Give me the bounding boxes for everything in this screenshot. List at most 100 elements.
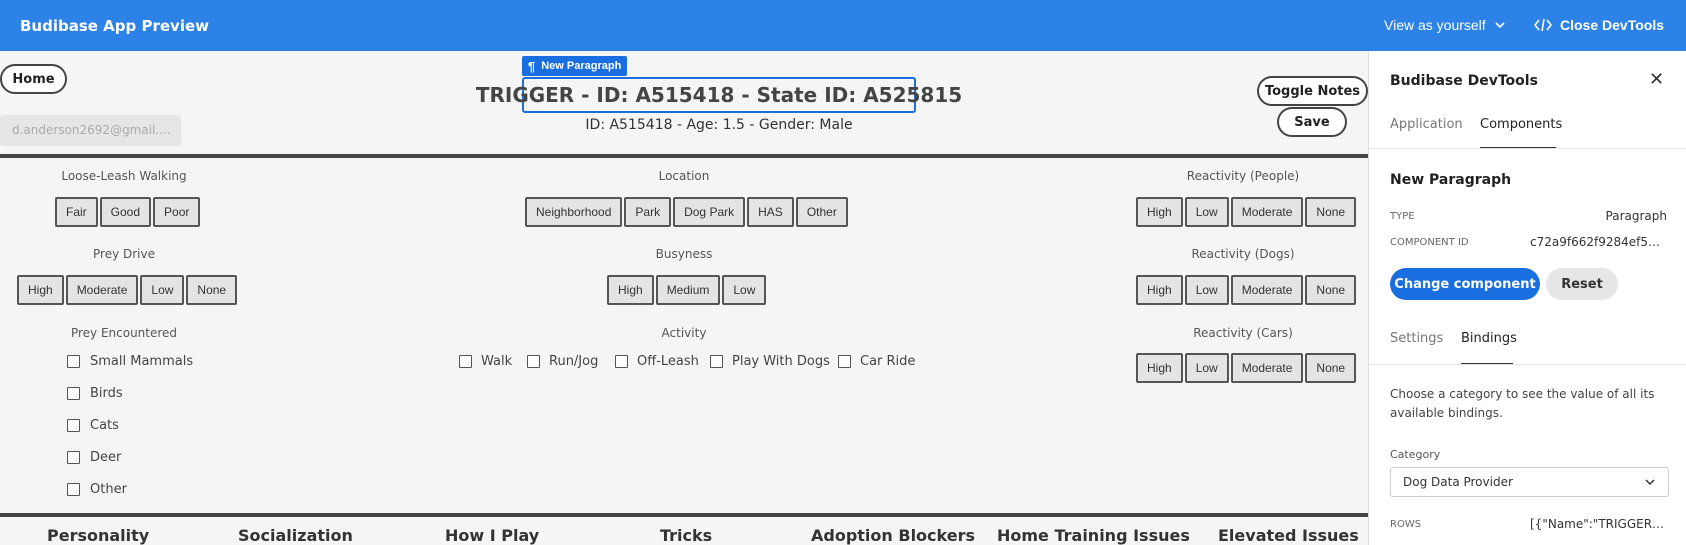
component-id-label: COMPONENT ID [1390,237,1469,248]
category-select[interactable]: Dog Data Provider [1390,467,1669,497]
save-button[interactable]: Save [1277,107,1347,137]
new-paragraph-tag: ¶ New Paragraph [522,56,628,76]
checkbox-label: Other [90,481,127,497]
page-title[interactable]: TRIGGER - ID: A515418 - State ID: A52581… [476,77,962,113]
option-none[interactable]: None [1305,275,1357,305]
type-label: TYPE [1390,211,1415,222]
option-low[interactable]: Low [722,275,767,305]
tab-personality[interactable]: Personality [47,526,149,545]
option-poor[interactable]: Poor [153,197,201,227]
reset-button[interactable]: Reset [1546,268,1618,300]
option-park[interactable]: Park [624,197,672,227]
close-devtools-button[interactable]: Close DevTools [1534,17,1664,33]
code-icon [1534,18,1552,32]
option-moderate[interactable]: Moderate [1230,353,1304,383]
checkbox-box[interactable] [67,354,80,368]
option-low[interactable]: Low [140,275,185,305]
reactivity-dogs-options: High Low Moderate None [1136,275,1357,305]
tab-components[interactable]: Components [1480,117,1562,132]
checkbox-label: Birds [90,385,123,401]
option-dog-park[interactable]: Dog Park [673,197,746,227]
close-devtools-label: Close DevTools [1560,17,1664,33]
paragraph-icon: ¶ [528,58,536,74]
option-high[interactable]: High [1136,197,1183,227]
checkbox-birds[interactable]: Birds [67,377,193,409]
checkbox-deer[interactable]: Deer [67,441,193,473]
checkbox-box[interactable] [710,355,723,368]
rows-value: [{"Name":"TRIGGER",... [1530,517,1667,531]
option-moderate[interactable]: Moderate [1230,197,1304,227]
component-name: New Paragraph [1390,172,1512,188]
view-as-dropdown[interactable]: View as yourself [1384,17,1506,33]
section-label-reactivity-people: Reactivity (People) [1186,169,1300,183]
tab-adoption-blockers[interactable]: Adoption Blockers [811,526,975,545]
section-label-prey-drive: Prey Drive [93,247,155,261]
option-low[interactable]: Low [1184,197,1229,227]
type-value: Paragraph [1605,209,1667,223]
checkbox-label: Walk [481,354,513,369]
subtab-bindings[interactable]: Bindings [1461,331,1517,346]
tab-elevated-issues[interactable]: Elevated Issues [1218,526,1359,545]
tab-application[interactable]: Application [1390,117,1463,132]
option-low[interactable]: Low [1184,275,1229,305]
toggle-notes-button[interactable]: Toggle Notes [1257,76,1368,106]
option-low[interactable]: Low [1184,353,1229,383]
close-icon[interactable]: ✕ [1649,69,1664,90]
option-high[interactable]: High [1136,353,1183,383]
option-none[interactable]: None [186,275,238,305]
checkbox-label: Play With Dogs [732,354,830,369]
location-options: Neighborhood Park Dog Park HAS Other [525,197,848,227]
option-moderate[interactable]: Moderate [1230,275,1304,305]
option-other[interactable]: Other [795,197,848,227]
option-fair[interactable]: Fair [55,197,98,227]
page-subtitle: ID: A515418 - Age: 1.5 - Gender: Male [585,117,853,133]
checkbox-car-ride[interactable]: Car Ride [838,354,915,369]
option-has[interactable]: HAS [747,197,794,227]
tab-tricks[interactable]: Tricks [660,526,712,545]
option-good[interactable]: Good [99,197,152,227]
option-moderate[interactable]: Moderate [65,275,139,305]
checkbox-walk[interactable]: Walk [459,354,512,369]
checkbox-box[interactable] [67,418,80,432]
option-high[interactable]: High [607,275,654,305]
checkbox-label: Run/Jog [549,354,599,369]
checkbox-box[interactable] [615,355,628,368]
checkbox-label: Off-Leash [637,354,699,369]
tab-home-training-issues[interactable]: Home Training Issues [997,526,1190,545]
checkbox-box[interactable] [459,355,472,368]
section-label-prey-encountered: Prey Encountered [70,326,178,340]
option-none[interactable]: None [1305,197,1357,227]
change-component-button[interactable]: Change component [1390,268,1540,300]
checkbox-label: Car Ride [860,354,916,369]
checkbox-play-with-dogs[interactable]: Play With Dogs [710,354,830,369]
checkbox-box[interactable] [527,355,540,368]
checkbox-box[interactable] [67,386,80,400]
loose-leash-options: Fair Good Poor [55,197,201,227]
option-medium[interactable]: Medium [655,275,721,305]
subtab-settings[interactable]: Settings [1390,331,1443,346]
category-value: Dog Data Provider [1403,475,1513,489]
section-label-loose-leash: Loose-Leash Walking [61,169,187,183]
section-label-reactivity-cars: Reactivity (Cars) [1193,326,1293,340]
tab-socialization[interactable]: Socialization [238,526,353,545]
prey-drive-options: High Moderate Low None [17,275,238,305]
divider-top [0,154,1368,158]
option-neighborhood[interactable]: Neighborhood [525,197,623,227]
checkbox-small-mammals[interactable]: Small Mammals [67,345,193,377]
option-high[interactable]: High [1136,275,1183,305]
option-none[interactable]: None [1305,353,1357,383]
home-button[interactable]: Home [0,64,67,94]
checkbox-cats[interactable]: Cats [67,409,193,441]
checkbox-box[interactable] [838,355,851,368]
divider-bottom [0,513,1368,517]
checkbox-other[interactable]: Other [67,473,193,505]
chevron-down-icon [1645,479,1655,486]
checkbox-off-leash[interactable]: Off-Leash [615,354,699,369]
tab-how-i-play[interactable]: How I Play [445,526,539,545]
user-email-field[interactable]: d.anderson2692@gmail.... [0,115,181,146]
component-id-value: c72a9f662f9284ef592... [1530,235,1667,249]
checkbox-run-jog[interactable]: Run/Jog [527,354,598,369]
checkbox-box[interactable] [67,450,80,464]
option-high[interactable]: High [17,275,64,305]
checkbox-box[interactable] [67,482,80,496]
